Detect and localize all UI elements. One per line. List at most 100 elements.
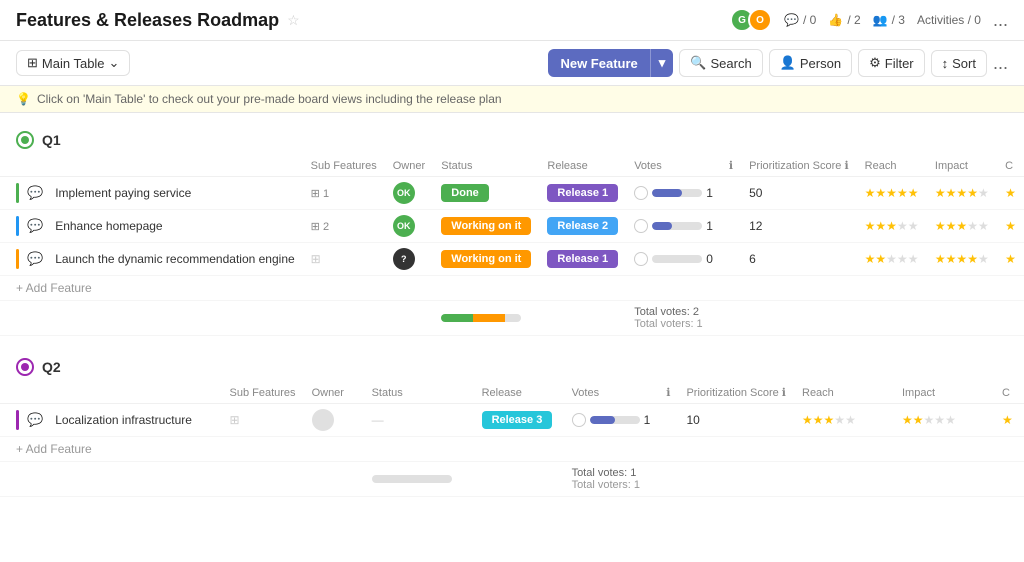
top-bar-left: Features & Releases Roadmap ☆ (16, 10, 300, 31)
row-impact-cell: ★★★★★ (894, 404, 994, 437)
row-prio-cell: 50 (741, 177, 857, 210)
row-release-cell: Release 3 (474, 404, 564, 437)
col-release-header: Release (474, 382, 564, 404)
sub-feature-empty: ⊞ (230, 413, 240, 427)
stat-comments: 💬 / 0 (784, 13, 816, 27)
chevron-down-icon: ⌄ (109, 55, 120, 71)
row-bar (16, 183, 19, 203)
table-switcher-button[interactable]: ⊞ Main Table ⌄ (16, 50, 130, 76)
status-empty: — (372, 413, 384, 427)
circle-vote[interactable] (634, 219, 648, 233)
col-status-header: Status (364, 382, 474, 404)
row-prio-cell: 12 (741, 210, 857, 243)
total-voters: Total voters: 1 (634, 318, 1016, 330)
search-button[interactable]: 🔍 Search (679, 49, 762, 77)
status-badge: Done (441, 184, 489, 202)
vote-count: 1 (644, 413, 651, 427)
row-subfeatures-cell: ⊞ 2 (303, 210, 385, 243)
total-votes: Total votes: 1 (572, 467, 1016, 479)
row-impact-cell: ★★★★★ (927, 177, 997, 210)
summary-bar-green (441, 314, 473, 322)
vote-bar-bg (652, 189, 702, 197)
summary-status-cell (364, 462, 474, 497)
col-subfeatures-header: Sub Features (303, 155, 385, 177)
filter-icon: ⚙ (869, 55, 881, 71)
sort-button[interactable]: ↕ Sort (931, 50, 987, 77)
row-reach-cell: ★★★★★ (857, 210, 927, 243)
row-subfeatures-cell: ⊞ (303, 243, 385, 276)
sub-feature-empty: ⊞ (311, 252, 321, 266)
header-more-button[interactable]: ... (993, 10, 1008, 31)
stat-activities: Activities / 0 (917, 13, 981, 27)
group-q2: Q2 Sub Features Owner Status Release Vot… (0, 352, 1024, 497)
release-badge: Release 2 (547, 217, 618, 235)
owner-avatar: OK (393, 182, 415, 204)
star-c: ★ (1005, 219, 1016, 233)
add-feature-cell[interactable]: + Add Feature (0, 276, 1024, 301)
vote-bar-fill (590, 416, 615, 424)
chat-icon[interactable]: 💬 (27, 251, 43, 267)
row-subfeatures-cell: ⊞ 1 (303, 177, 385, 210)
col-c-header: C (997, 155, 1024, 177)
avatar-group: G O (730, 8, 772, 32)
row-info-cell (721, 177, 741, 210)
prio-score-value: 12 (749, 219, 762, 233)
row-c-cell: ★ (997, 243, 1024, 276)
toolbar-more-button[interactable]: ... (993, 53, 1008, 74)
stat-likes: 👍 / 2 (828, 13, 860, 27)
star-icon[interactable]: ☆ (287, 12, 300, 29)
row-name-cell: 💬 Localization infrastructure (0, 404, 222, 437)
row-release-cell: Release 1 (539, 177, 626, 210)
group-header-q2: Q2 (0, 352, 1024, 382)
like-icon: 👍 (828, 13, 843, 27)
summary-owner-cell (385, 301, 434, 336)
toolbar: ⊞ Main Table ⌄ New Feature ▾ 🔍 Search 👤 … (0, 41, 1024, 86)
person-button[interactable]: 👤 Person (769, 49, 852, 77)
add-feature-cell[interactable]: + Add Feature (0, 437, 1024, 462)
circle-vote[interactable] (634, 252, 648, 266)
circle-vote[interactable] (634, 186, 648, 200)
summary-bar-orange (473, 314, 505, 322)
row-reach-cell: ★★★★★ (794, 404, 894, 437)
chat-icon[interactable]: 💬 (27, 185, 43, 201)
new-feature-button[interactable]: New Feature ▾ (548, 49, 673, 77)
row-name: Launch the dynamic recommendation engine (55, 252, 294, 266)
row-votes-cell: 1 (564, 404, 659, 437)
vote-count: 1 (706, 219, 713, 233)
stat-users: 👥 / 3 (873, 13, 905, 27)
table-header-row: Sub Features Owner Status Release Votes … (0, 155, 1024, 177)
row-release-cell: Release 2 (539, 210, 626, 243)
add-feature-row[interactable]: + Add Feature (0, 437, 1024, 462)
row-release-cell: Release 1 (539, 243, 626, 276)
add-feature-row[interactable]: + Add Feature (0, 276, 1024, 301)
circle-vote[interactable] (572, 413, 586, 427)
impact-stars: ★★★★★ (935, 252, 989, 266)
col-owner-header: Owner (385, 155, 434, 177)
summary-sub-cell (222, 462, 304, 497)
row-owner-cell: ? (385, 243, 434, 276)
summary-release-cell (539, 301, 626, 336)
filter-button[interactable]: ⚙ Filter (858, 49, 925, 77)
new-feature-arrow[interactable]: ▾ (650, 49, 674, 77)
vote-bar-wrap: 1 (634, 186, 713, 200)
row-border: 💬 Localization infrastructure (16, 410, 214, 430)
row-bar (16, 410, 19, 430)
hint-icon: 💡 (16, 92, 31, 106)
reach-stars: ★★★★★ (865, 186, 919, 200)
row-votes-cell: 1 (626, 210, 721, 243)
group-dot-q1 (16, 131, 34, 149)
row-status-cell: — (364, 404, 474, 437)
chat-icon[interactable]: 💬 (27, 412, 43, 428)
comment-icon: 💬 (784, 13, 799, 27)
vote-bar-bg (590, 416, 640, 424)
summary-totals-cell: Total votes: 1 Total voters: 1 (564, 462, 1024, 497)
chat-icon[interactable]: 💬 (27, 218, 43, 234)
row-prio-cell: 6 (741, 243, 857, 276)
row-name-cell: 💬 Launch the dynamic recommendation engi… (0, 243, 303, 276)
group-dot-inner (21, 136, 29, 144)
col-name-header (0, 382, 222, 404)
row-owner-cell: OK (385, 177, 434, 210)
col-votes-header: Votes (564, 382, 659, 404)
row-status-cell: Working on it (433, 243, 539, 276)
table-row: 💬 Launch the dynamic recommendation engi… (0, 243, 1024, 276)
